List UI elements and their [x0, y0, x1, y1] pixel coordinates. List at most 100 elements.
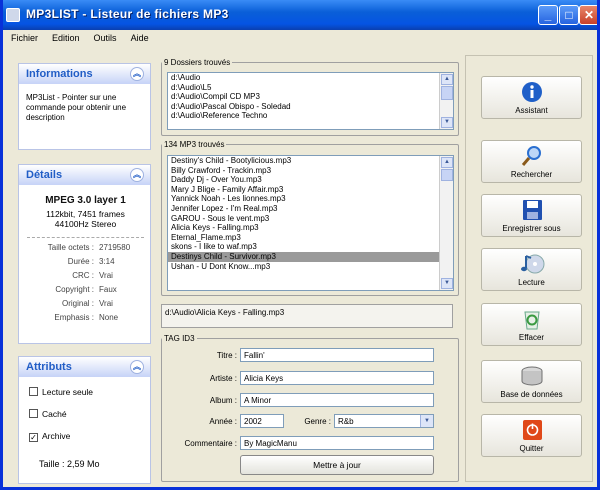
enregistrer-sous-button[interactable]: Enregistrer sous	[481, 194, 582, 237]
details-panel-title: Détails	[26, 169, 63, 181]
scroll-thumb[interactable]	[441, 86, 453, 100]
bitrate-text: 112kbit, 7451 frames	[46, 209, 125, 219]
collapse-chevron-icon[interactable]: ︽	[130, 67, 144, 81]
collapse-chevron-icon[interactable]: ︽	[130, 360, 144, 374]
action-label: Rechercher	[510, 170, 553, 179]
mp3-list-item[interactable]: Destiny's Child - Bootylicious.mp3	[168, 156, 453, 166]
detail-value: None	[99, 313, 119, 322]
mp3-list-item[interactable]: Daddy Dj - Over You.mp3	[168, 175, 453, 185]
mp3-list-item[interactable]: Ushan - U Dont Know...mp3	[168, 262, 453, 272]
checkbox-box[interactable]	[29, 409, 38, 418]
attributes-panel: Attributs ︽ Lecture seule Caché ✓ Archive …	[18, 356, 151, 484]
archive-label: Archive	[42, 431, 71, 441]
genre-select[interactable]: R&b ▼	[334, 414, 434, 428]
comment-field[interactable]: By MagicManu	[240, 436, 434, 450]
details-panel-header[interactable]: Détails ︽	[19, 165, 150, 185]
mp3-list-item[interactable]: Yannick Noah - Les lionnes.mp3	[168, 194, 453, 204]
detail-value: Faux	[99, 285, 117, 294]
mp3-list-item[interactable]: GAROU - Sous le vent.mp3	[168, 214, 453, 224]
scroll-down-arrow-icon[interactable]: ▼	[441, 278, 453, 289]
hidden-label: Caché	[42, 409, 67, 419]
window-title: MP3LIST - Listeur de fichiers MP3	[26, 7, 229, 21]
artist-label: Artiste :	[209, 374, 237, 383]
mp3-list-item[interactable]: Billy Crawford - Trackin.mp3	[168, 166, 453, 176]
action-label: Base de données	[500, 390, 563, 399]
exit-icon	[518, 419, 546, 441]
scroll-down-arrow-icon[interactable]: ▼	[441, 117, 453, 128]
collapse-chevron-icon[interactable]: ︽	[130, 168, 144, 182]
effacer-button[interactable]: Effacer	[481, 303, 582, 346]
action-label: Lecture	[518, 278, 545, 287]
scroll-up-arrow-icon[interactable]: ▲	[441, 157, 453, 168]
music-icon	[518, 253, 546, 275]
folders-list-item[interactable]: d:\Audio\L5	[168, 83, 453, 93]
folders-list-item[interactable]: d:\Audio	[168, 73, 453, 83]
info-icon	[518, 81, 546, 103]
title-field[interactable]: Fallin'	[240, 348, 434, 362]
app-icon	[6, 8, 20, 22]
mp3-list-item[interactable]: skons - I like to waf.mp3	[168, 242, 453, 252]
lecture-button[interactable]: Lecture	[481, 248, 582, 291]
divider	[27, 237, 144, 238]
checkmark-icon[interactable]: ✓	[29, 433, 38, 442]
read-only-checkbox[interactable]: Lecture seule	[29, 387, 93, 397]
mp3-list-item[interactable]: Destinys Child - Survivor.mp3	[168, 251, 453, 262]
comment-label: Commentaire :	[184, 439, 237, 448]
album-field[interactable]: A Minor	[240, 393, 434, 407]
update-button[interactable]: Mettre à jour	[240, 455, 434, 475]
file-size: Taille : 2,59 Mo	[39, 459, 100, 469]
assistant-button[interactable]: Assistant	[481, 76, 582, 119]
minimize-button[interactable]: _	[538, 5, 558, 25]
recycle-bin-icon	[518, 308, 546, 330]
scroll-up-arrow-icon[interactable]: ▲	[441, 74, 453, 85]
mp3-list-item[interactable]: Eternal_Flame.mp3	[168, 233, 453, 243]
info-panel-title: Informations	[26, 68, 93, 80]
mp3-list[interactable]: ▲ ▼ Destiny's Child - Bootylicious.mp3 Bi…	[167, 155, 454, 291]
bitrate-info: 112kbit, 7451 frames 44100Hz Stereo	[19, 209, 152, 229]
database-icon	[518, 365, 546, 387]
archive-checkbox[interactable]: ✓ Archive	[29, 431, 70, 442]
read-only-label: Lecture seule	[42, 387, 94, 397]
mp3-list-item[interactable]: Mary J Blige - Family Affair.mp3	[168, 185, 453, 195]
action-label: Enregistrer sous	[502, 224, 561, 233]
base-de-données-button[interactable]: Base de données	[481, 360, 582, 403]
attributes-panel-header[interactable]: Attributs ︽	[19, 357, 150, 377]
dropdown-arrow-icon[interactable]: ▼	[420, 415, 433, 427]
genre-value: R&b	[338, 417, 354, 426]
action-label: Assistant	[515, 106, 548, 115]
info-panel-header[interactable]: Informations ︽	[19, 64, 150, 84]
mp3-list-item[interactable]: Jennifer Lopez - I'm Real.mp3	[168, 204, 453, 214]
album-label: Album :	[209, 396, 237, 405]
folders-list-item[interactable]: d:\Audio\Reference Techno	[168, 111, 453, 121]
menu-outils[interactable]: Outils	[92, 32, 119, 48]
mp3-list-item[interactable]: Alicia Keys - Falling.mp3	[168, 223, 453, 233]
mp3-scrollbar[interactable]: ▲ ▼	[439, 156, 453, 290]
detail-key: CRC :	[72, 271, 94, 280]
action-label: Effacer	[518, 333, 545, 342]
menu-bar: Fichier Edition Outils Aide	[9, 32, 151, 48]
folders-legend: 9 Dossiers trouvés	[164, 58, 231, 67]
title-bar[interactable]: MP3LIST - Listeur de fichiers MP3 _ □ ✕	[3, 0, 597, 30]
year-field[interactable]: 2002	[240, 414, 284, 428]
folders-list[interactable]: ▲ ▼ d:\Audio d:\Audio\L5 d:\Audio\Compil C…	[167, 72, 454, 130]
quitter-button[interactable]: Quitter	[481, 414, 582, 457]
artist-field[interactable]: Alicia Keys	[240, 371, 434, 385]
detail-key: Copyright :	[55, 285, 94, 294]
mpeg-format: MPEG 3.0 layer 1	[45, 195, 126, 206]
checkbox-box[interactable]	[29, 387, 38, 396]
menu-aide[interactable]: Aide	[129, 32, 151, 48]
close-button[interactable]: ✕	[579, 5, 597, 25]
menu-fichier[interactable]: Fichier	[9, 32, 40, 48]
detail-key: Durée :	[67, 257, 94, 266]
folders-list-item[interactable]: d:\Audio\Pascal Obispo - Soledad	[168, 102, 453, 112]
folders-list-item[interactable]: d:\Audio\Compil CD MP3	[168, 92, 453, 102]
attributes-panel-title: Attributs	[26, 361, 72, 373]
genre-label: Genre :	[304, 417, 331, 426]
scroll-thumb[interactable]	[441, 169, 453, 181]
maximize-button[interactable]: □	[559, 5, 579, 25]
detail-value: Vrai	[99, 299, 113, 308]
rechercher-button[interactable]: Rechercher	[481, 140, 582, 183]
menu-edition[interactable]: Edition	[50, 32, 82, 48]
folders-scrollbar[interactable]: ▲ ▼	[439, 73, 453, 129]
hidden-checkbox[interactable]: Caché	[29, 409, 67, 419]
